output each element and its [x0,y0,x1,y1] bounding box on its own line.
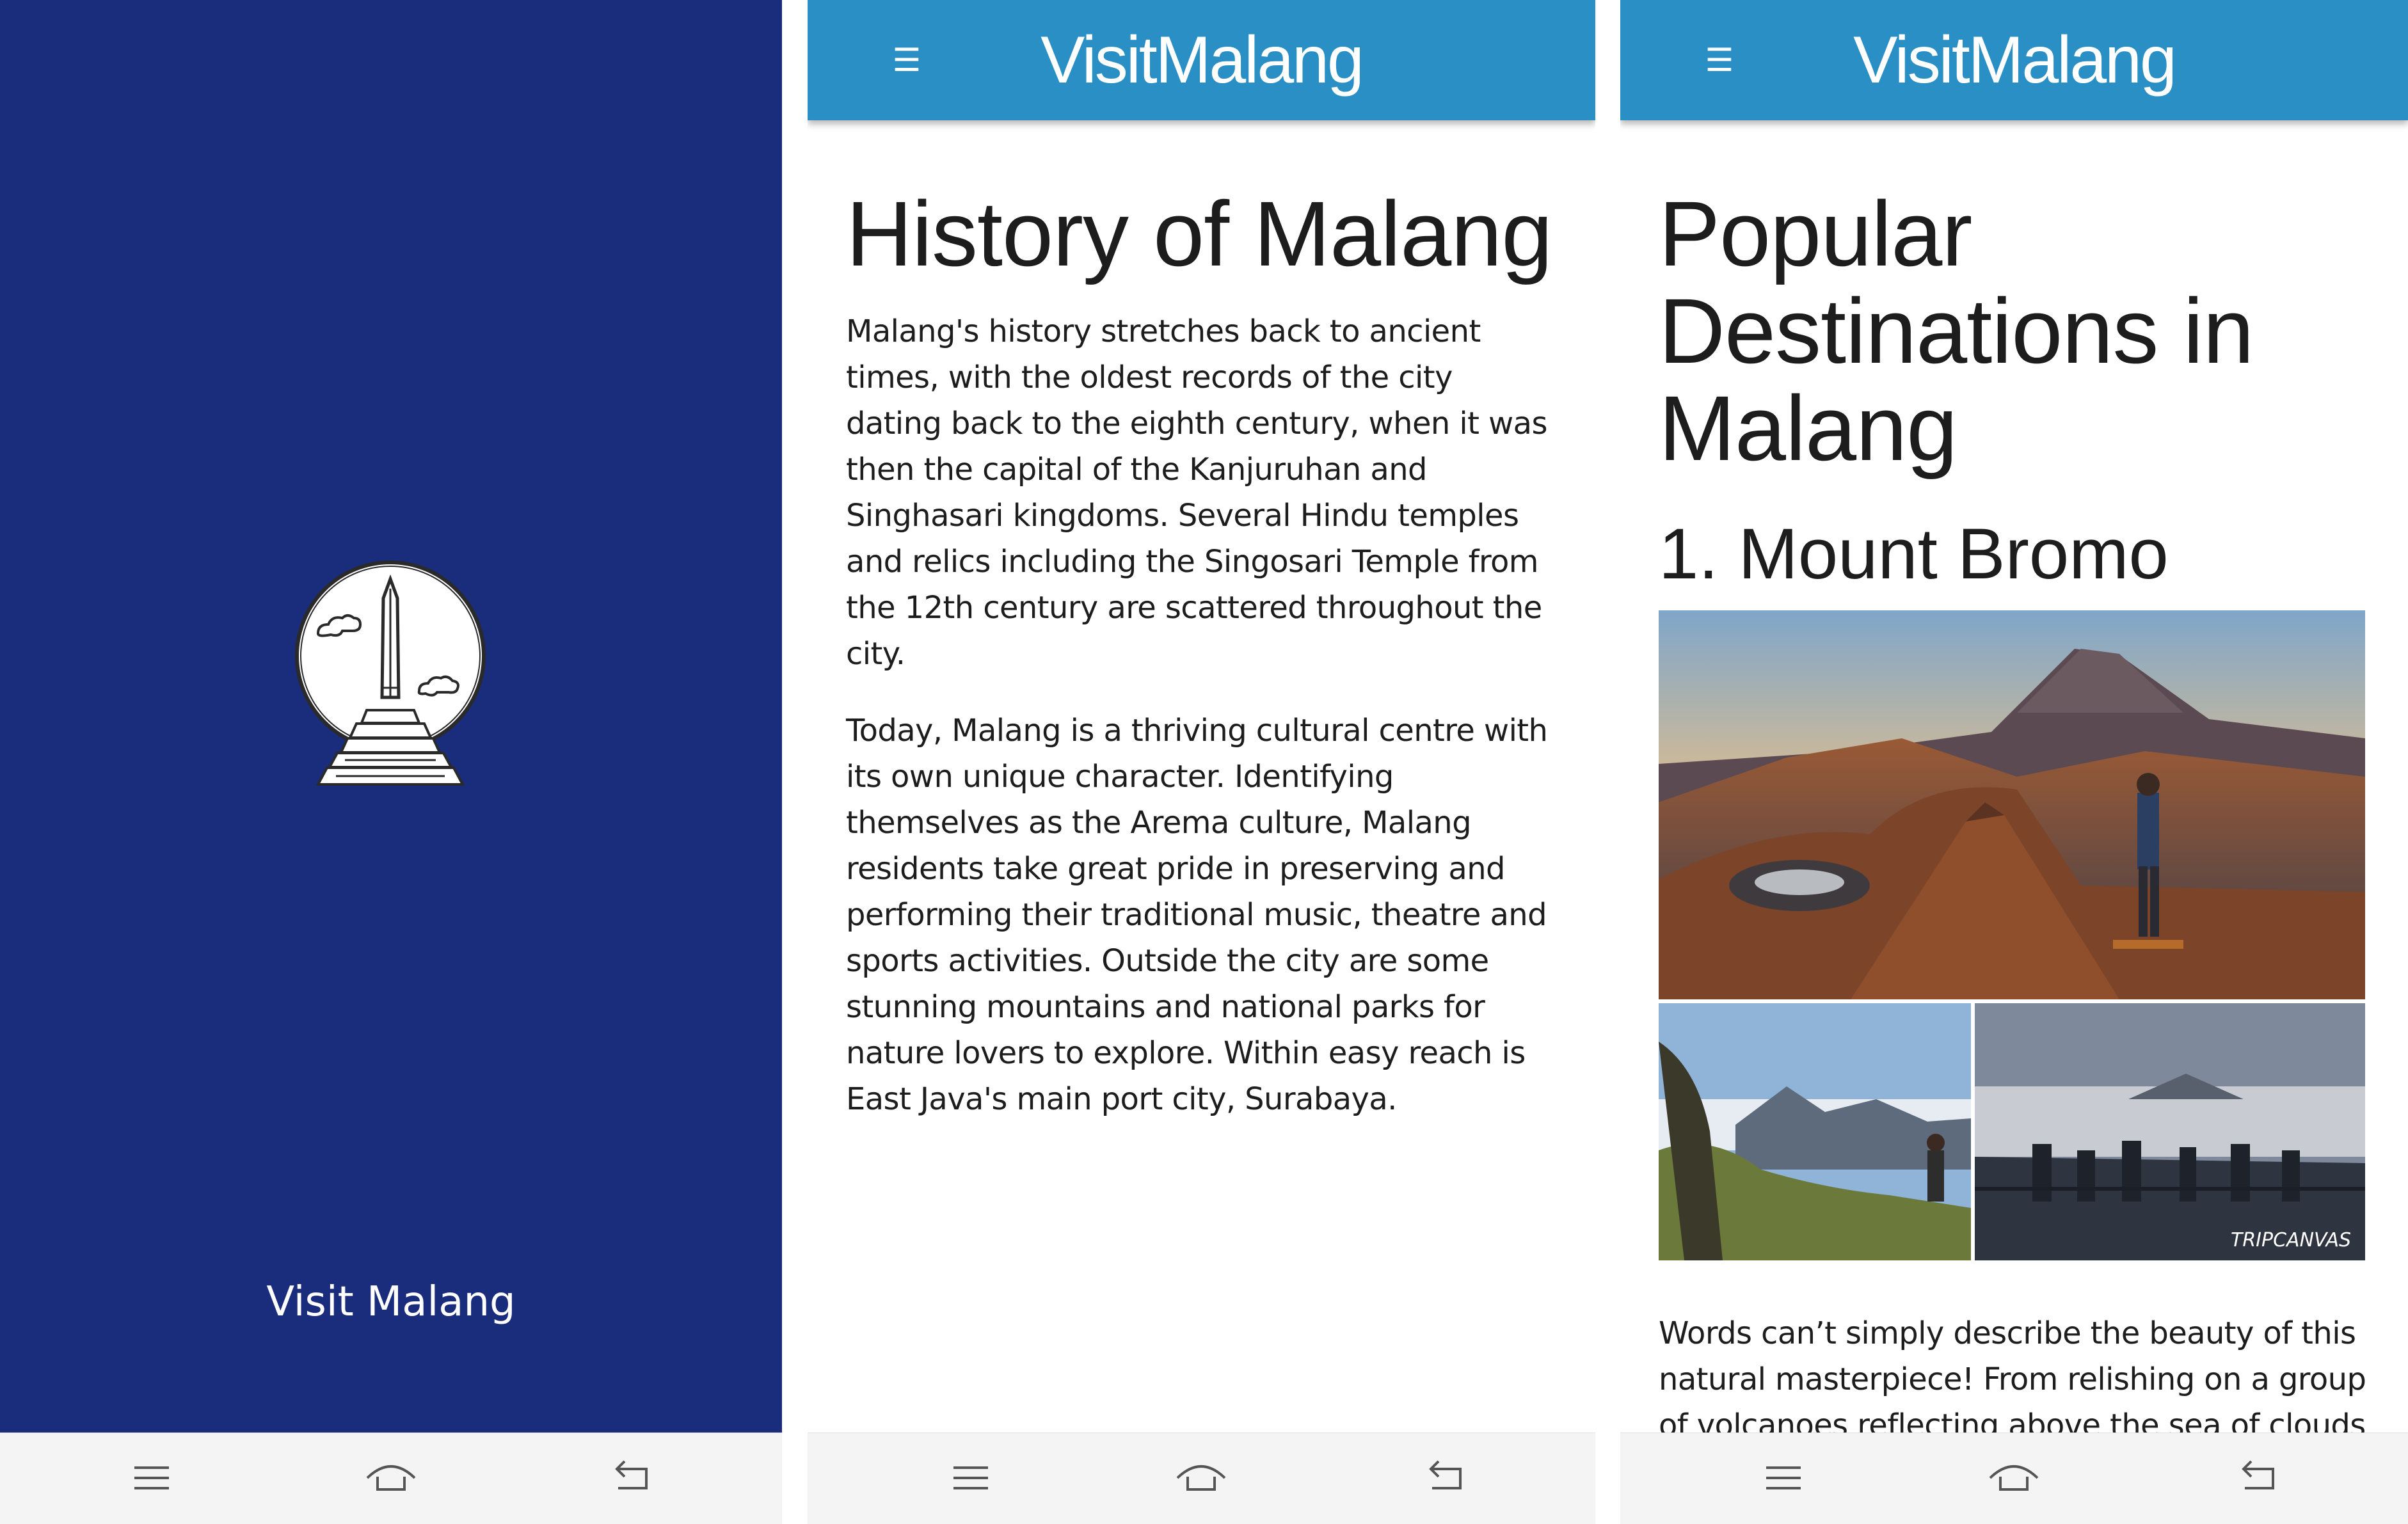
app-bar: ☰ VisitMalang [1620,0,2408,120]
home-icon[interactable] [1985,1452,2043,1504]
navigation-bar [1620,1433,2408,1524]
page-heading: History of Malang [846,182,1552,285]
history-paragraph: Today, Malang is a thriving cultural cen… [846,713,1548,1117]
mount-bromo-photo-collage: TRIPCANVAS [1659,610,2365,1260]
history-paragraph: Malang's history stretches back to ancie… [846,314,1547,672]
navigation-bar [0,1433,782,1524]
photo-watermark: TRIPCANVAS [2231,1229,2351,1251]
back-icon[interactable] [602,1452,659,1504]
home-icon[interactable] [1172,1452,1230,1504]
app-title: VisitMalang [1041,23,1364,97]
back-icon[interactable] [2228,1452,2286,1504]
home-icon[interactable] [362,1452,420,1504]
recent-apps-icon[interactable] [942,1452,1000,1504]
destinations-screen: ☰ VisitMalang Popular Destinations in Ma… [1620,0,2408,1524]
history-screen: ☰ VisitMalang History of Malang Malang's… [808,0,1595,1524]
destinations-content: Popular Destinations in Malang 1. Mount … [1659,186,2370,1495]
app-title: VisitMalang [1853,23,2177,97]
bromo-viewpoint-photo: TRIPCANVAS [1975,1003,2365,1260]
destination-title: 1. Mount Bromo [1659,514,2169,594]
navigation-bar [808,1433,1595,1524]
bromo-hiker-photo [1659,1003,1971,1260]
app-bar: ☰ VisitMalang [808,0,1595,120]
history-content: History of Malang Malang's history stret… [846,186,1557,1122]
splash-screen: Visit Malang [0,0,782,1524]
recent-apps-icon[interactable] [123,1452,180,1504]
page-heading: Popular Destinations in Malang [1659,182,2254,480]
splash-title: Visit Malang [266,1278,516,1326]
back-icon[interactable] [1415,1452,1473,1504]
bromo-main-photo [1659,610,2365,999]
recent-apps-icon[interactable] [1755,1452,1812,1504]
malang-monument-logo-icon [291,560,490,816]
